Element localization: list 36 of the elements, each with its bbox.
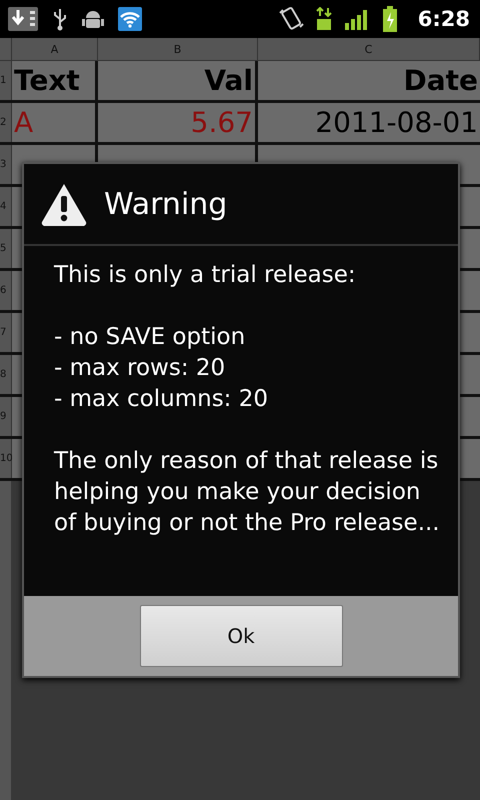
column-header[interactable]: A	[12, 38, 98, 60]
row-header[interactable]: 9	[0, 397, 12, 436]
row-header[interactable]: 6	[0, 271, 12, 310]
battery-charging-icon	[382, 6, 398, 32]
rotate-phone-icon	[278, 7, 304, 31]
clock-time: 6:28	[418, 7, 470, 31]
row-header[interactable]: 3	[0, 145, 12, 184]
message-text: The only reason of that release is helping you make your decision of buying or not the Pro release...	[54, 447, 441, 538]
list-item-text: - max rows: 20	[54, 354, 226, 383]
table-cell[interactable]: Text	[12, 61, 98, 100]
warning-icon	[40, 182, 88, 226]
robot-icon	[82, 8, 104, 30]
row-header[interactable]: 1	[0, 61, 12, 100]
row-header[interactable]: 8	[0, 355, 12, 394]
list-item-text: - max columns: 20	[54, 385, 270, 414]
column-header[interactable]: B	[98, 38, 258, 60]
row-header[interactable]: 10	[0, 439, 12, 478]
usb-icon	[52, 7, 68, 31]
row-header[interactable]: 5	[0, 229, 12, 268]
ok-button[interactable]: Ok	[140, 605, 342, 667]
signal-icon	[344, 7, 370, 31]
wifi-icon	[118, 7, 142, 31]
mobile-data-icon	[316, 7, 332, 31]
table-cell[interactable]: A	[12, 103, 98, 142]
dialog-title: Warning	[104, 186, 228, 222]
download-icon	[8, 7, 38, 31]
row-header[interactable]: 4	[0, 187, 12, 226]
table-cell[interactable]: Val	[98, 61, 258, 100]
list-item-text: - no SAVE option	[54, 323, 246, 352]
table-cell[interactable]: 5.67	[98, 103, 258, 142]
row-header[interactable]: 7	[0, 313, 12, 352]
row-header[interactable]: 2	[0, 103, 12, 142]
message-text: This is only a trial release:	[54, 261, 357, 290]
table-cell[interactable]: Date	[258, 61, 480, 100]
column-header[interactable]: C	[258, 38, 480, 60]
table-cell[interactable]: 2011-08-01	[258, 103, 480, 142]
